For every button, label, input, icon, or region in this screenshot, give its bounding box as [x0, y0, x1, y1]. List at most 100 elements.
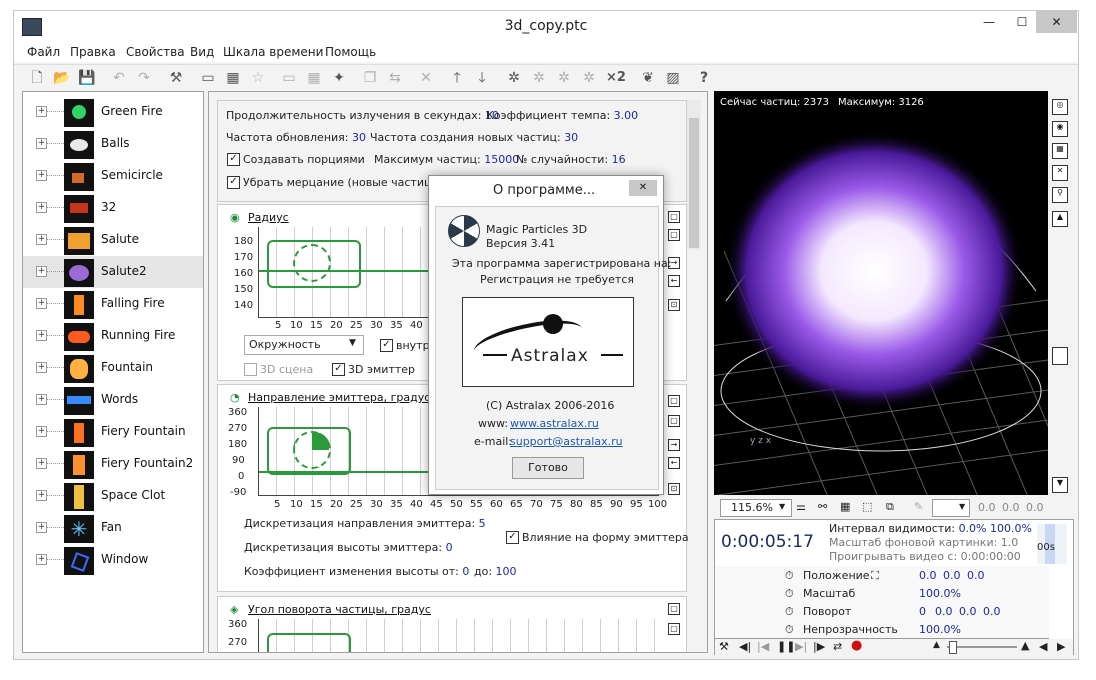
graph-square-icon[interactable]: ▢ — [668, 623, 680, 635]
open-file-icon[interactable]: 📂 — [52, 68, 72, 88]
graph-left-icon[interactable]: ← — [668, 457, 680, 469]
track-row[interactable]: ⏱ Положение ⛶ 0.0 0.0 0.0 — [715, 566, 1049, 585]
link3-icon[interactable]: ✲ — [579, 68, 599, 88]
new-file-icon[interactable]: 🗋 — [27, 68, 47, 88]
graph-square-icon[interactable]: ▢ — [668, 415, 680, 427]
loop-icon[interactable]: ⇄ — [833, 640, 842, 653]
help-icon[interactable]: ? — [694, 68, 714, 88]
tree-item[interactable]: + ✳ Fan — [23, 512, 203, 544]
tool-icon[interactable]: ⚒ — [719, 640, 729, 653]
inside-checkbox[interactable]: ✓ — [380, 339, 393, 352]
frame-icon[interactable]: ⬚ — [862, 500, 872, 513]
graph-square-icon[interactable]: ▢ — [668, 603, 680, 615]
email-link[interactable]: support@astralax.ru — [510, 435, 623, 448]
rotation-icon[interactable]: ◈ — [230, 603, 238, 616]
link-node-icon[interactable]: ⚲ — [1052, 187, 1068, 203]
link-icon[interactable]: ⛶ — [871, 569, 879, 583]
grid-icon[interactable]: ▦ — [1052, 143, 1068, 159]
radius-radio-icon[interactable]: ◉ — [230, 211, 240, 224]
link2-icon[interactable]: ✲ — [554, 68, 574, 88]
stopwatch-icon[interactable]: ⏱ — [785, 569, 794, 583]
menu-properties[interactable]: Свойства — [126, 45, 185, 59]
scrollbar-thumb[interactable] — [689, 118, 699, 248]
tree-item[interactable]: + Fiery Fountain2 — [23, 448, 203, 480]
multiply-icon[interactable]: ×2 — [606, 68, 626, 88]
shape-select[interactable]: Окружность ▼ — [244, 335, 364, 355]
zoom-select[interactable]: 115.6% ▼ — [720, 499, 792, 517]
tree-item-selected[interactable]: + Salute2 — [23, 256, 203, 288]
move-down-icon[interactable]: 🡓 — [472, 68, 492, 88]
delete-icon[interactable]: ✕ — [416, 68, 436, 88]
folder-icon[interactable]: ▭ — [198, 68, 218, 88]
minimize-button[interactable]: — — [974, 11, 1004, 33]
copy-icon[interactable]: ❐ — [360, 68, 380, 88]
layout-icon[interactable]: ▦ — [840, 500, 850, 513]
tree-item[interactable]: + Salute — [23, 224, 203, 256]
layers-icon[interactable]: ⧉ — [886, 500, 894, 514]
graph-square-icon[interactable]: ▢ — [668, 229, 680, 241]
link-icon[interactable]: ✲ — [529, 68, 549, 88]
stopwatch-icon[interactable]: ⏱ — [785, 587, 794, 601]
tree-item[interactable]: + Space Clot — [23, 480, 203, 512]
direction-pie-icon[interactable]: ◔ — [230, 391, 240, 404]
rotation-graph[interactable] — [258, 619, 659, 652]
menu-help[interactable]: Помощь — [325, 45, 376, 59]
pause-icon[interactable]: ❚❚ — [777, 640, 795, 653]
stopwatch-icon[interactable]: ⏱ — [785, 623, 794, 637]
website-link[interactable]: www.astralax.ru — [510, 417, 599, 430]
tree-item[interactable]: + Fountain — [23, 352, 203, 384]
menu-view[interactable]: Вид — [190, 45, 214, 59]
leaf-icon[interactable]: ❦ — [638, 68, 658, 88]
image-icon[interactable]: ▨ — [663, 68, 683, 88]
tree-item[interactable]: + Semicircle — [23, 160, 203, 192]
maximize-button[interactable]: ☐ — [1007, 11, 1037, 33]
redo-icon[interactable]: ↷ — [134, 68, 154, 88]
flicker-checkbox[interactable]: ✓ — [227, 176, 240, 189]
link-tool-icon[interactable]: ⚯ — [818, 500, 827, 513]
portions-checkbox[interactable]: ✓ — [227, 153, 240, 166]
graph-fit-icon[interactable]: ⊡ — [668, 483, 680, 495]
tree-item[interactable]: + Balls — [23, 128, 203, 160]
dialog-close-button[interactable]: ✕ — [629, 180, 657, 196]
record-icon[interactable]: ● — [851, 638, 862, 653]
new-folder-icon[interactable]: ▭ — [279, 68, 299, 88]
step-back-icon[interactable]: |◀ — [757, 640, 769, 653]
graph-fit-icon[interactable]: ⊡ — [668, 299, 680, 311]
graph-left-icon[interactable]: ← — [668, 275, 680, 287]
star-icon[interactable]: ☆ — [248, 68, 268, 88]
rotation-title[interactable]: Угол поворота частицы, градус — [248, 603, 431, 616]
speed-slider-handle[interactable] — [949, 641, 957, 654]
direction-title[interactable]: Направление эмиттера, градус — [248, 391, 430, 404]
scroll-thumb[interactable] — [1052, 347, 1068, 365]
speed-slider[interactable] — [947, 646, 1017, 648]
scene3d-checkbox[interactable] — [244, 363, 257, 376]
timeline-ruler[interactable]: 00s — [1037, 524, 1067, 564]
track-row[interactable]: ⏱ Масштаб 100.0% — [715, 584, 1049, 603]
tree-item[interactable]: + Green Fire — [23, 96, 203, 128]
move-icon[interactable]: ⇆ — [385, 68, 405, 88]
clapper-icon[interactable]: ▦ — [223, 68, 243, 88]
tree-item[interactable]: + Window — [23, 544, 203, 576]
track-row[interactable]: ⏱ Поворот 0 0.0 0.0 0.0 — [715, 602, 1049, 621]
prev-key-icon[interactable]: ◀| — [739, 640, 751, 653]
close-button[interactable]: ✕ — [1036, 11, 1077, 33]
radius-title[interactable]: Радиус — [248, 211, 289, 224]
save-icon[interactable]: 💾 — [77, 68, 97, 88]
next-key-icon[interactable]: |▶ — [813, 640, 825, 653]
track-row[interactable]: ⏱ Непрозрачность 100.0% — [715, 620, 1049, 639]
tree-item[interactable]: + Falling Fire — [23, 288, 203, 320]
new-clip-icon[interactable]: ▦ — [304, 68, 324, 88]
stopwatch-icon[interactable]: ⏱ — [785, 605, 794, 619]
viewport-3d[interactable]: Сейчас частиц: 2373 Максимум: 3126 y z x — [714, 91, 1048, 495]
move-up-icon[interactable]: 🡑 — [447, 68, 467, 88]
new-emitter-icon[interactable]: ✦ — [329, 68, 349, 88]
particles-icon[interactable]: ✲ — [504, 68, 524, 88]
scroll-left-icon[interactable]: ◀ — [1039, 640, 1047, 653]
tree-item[interactable]: + Fiery Fountain — [23, 416, 203, 448]
graph-square-icon[interactable]: ▢ — [668, 395, 680, 407]
camera-icon[interactable]: ◎ — [1052, 99, 1068, 115]
tree-item[interactable]: + Words — [23, 384, 203, 416]
mode-select[interactable]: ▼ — [932, 499, 970, 517]
influence-checkbox[interactable]: ✓ — [506, 531, 519, 544]
scroll-up-icon[interactable]: ▲ — [1052, 211, 1068, 227]
